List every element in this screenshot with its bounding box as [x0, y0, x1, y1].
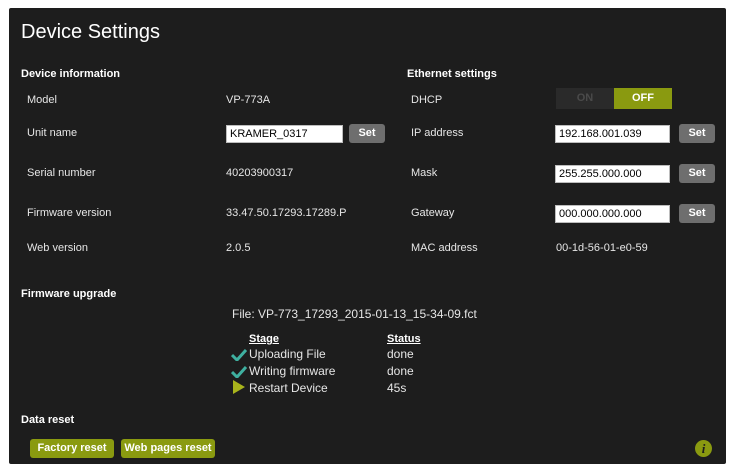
gateway-input[interactable]	[555, 205, 670, 223]
ip-address-input[interactable]	[555, 125, 670, 143]
web-pages-reset-button[interactable]: Web pages reset	[121, 439, 215, 458]
dhcp-toggle[interactable]: ON OFF	[556, 88, 672, 109]
web-version-label: Web version	[27, 242, 88, 254]
dhcp-off-option[interactable]: OFF	[614, 88, 672, 109]
dhcp-label: DHCP	[411, 94, 443, 106]
web-version-value: 2.0.5	[226, 242, 251, 254]
ethernet-settings-heading: Ethernet settings	[407, 68, 497, 80]
device-information-heading: Device information	[21, 68, 121, 80]
unit-name-input[interactable]	[226, 125, 343, 143]
stage-column-header: Stage	[249, 333, 279, 345]
firmware-version-label: Firmware version	[27, 207, 112, 219]
firmware-file-name: File: VP-773_17293_2015-01-13_15-34-09.f…	[232, 307, 477, 321]
device-settings-panel: Device Settings Device information Model…	[9, 8, 726, 464]
serial-number-value: 40203900317	[226, 167, 294, 179]
model-label: Model	[27, 94, 57, 106]
mask-set-button[interactable]: Set	[679, 164, 715, 183]
firmware-version-value: 33.47.50.17293.17289.P	[226, 207, 347, 219]
check-icon	[230, 348, 248, 363]
gateway-label: Gateway	[411, 207, 455, 219]
step-stage: Writing firmware	[249, 364, 336, 378]
status-column-header: Status	[387, 333, 421, 345]
data-reset-heading: Data reset	[21, 414, 75, 426]
step-stage: Uploading File	[249, 347, 326, 361]
step-stage: Restart Device	[249, 381, 328, 395]
step-status: done	[387, 347, 414, 361]
dhcp-on-option[interactable]: ON	[556, 88, 614, 109]
mac-address-label: MAC address	[411, 242, 478, 254]
model-value: VP-773A	[226, 94, 271, 106]
firmware-upgrade-heading: Firmware upgrade	[21, 288, 117, 300]
unit-name-label: Unit name	[27, 127, 78, 139]
mask-label: Mask	[411, 167, 438, 179]
mask-input[interactable]	[555, 165, 670, 183]
info-icon[interactable]: i	[695, 440, 712, 457]
factory-reset-button[interactable]: Factory reset	[30, 439, 114, 458]
unit-name-set-button[interactable]: Set	[349, 124, 385, 143]
check-icon	[230, 365, 248, 380]
step-status: 45s	[387, 381, 407, 395]
play-arrow-icon	[233, 380, 245, 394]
serial-number-label: Serial number	[27, 167, 96, 179]
ip-address-label: IP address	[411, 127, 464, 139]
ip-address-set-button[interactable]: Set	[679, 124, 715, 143]
page-title: Device Settings	[21, 21, 160, 43]
step-status: done	[387, 364, 414, 378]
gateway-set-button[interactable]: Set	[679, 204, 715, 223]
mac-address-value: 00-1d-56-01-e0-59	[556, 242, 648, 254]
